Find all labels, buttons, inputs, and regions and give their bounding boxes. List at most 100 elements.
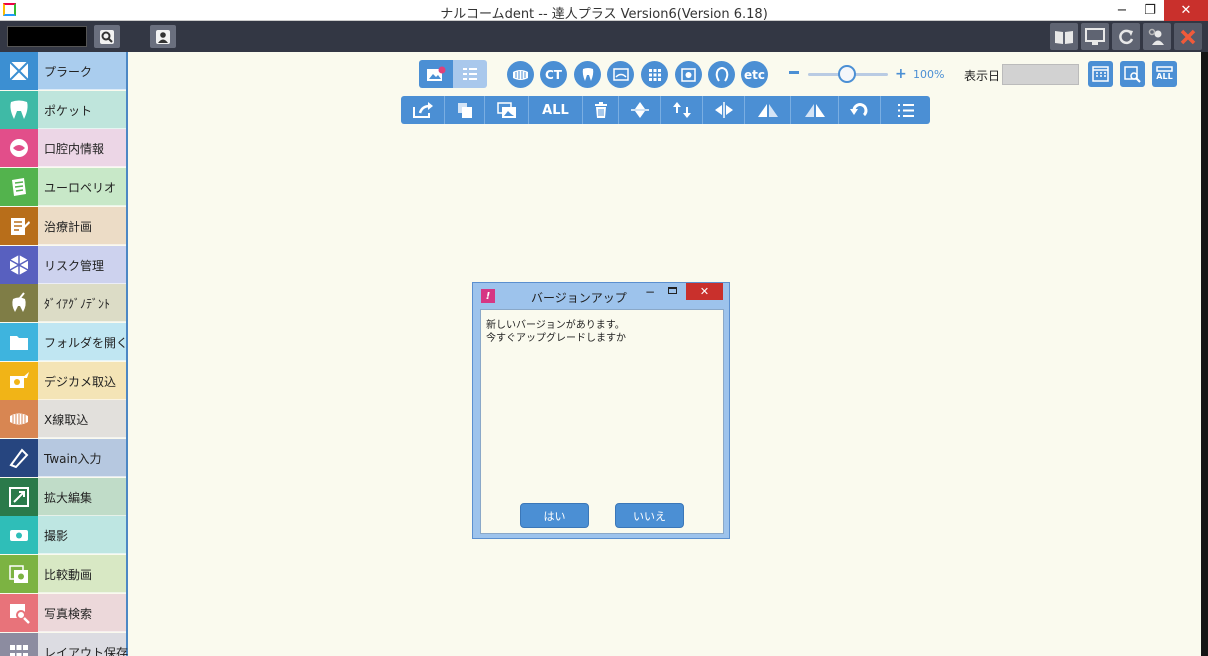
flip-horizontal-button[interactable]	[703, 96, 745, 124]
dialog-minimize-button[interactable]: −	[645, 285, 655, 299]
category-grid-button[interactable]	[641, 61, 668, 88]
list-icon	[897, 103, 914, 117]
sidebar-item[interactable]: リスク管理	[0, 245, 126, 284]
compare-video-icon	[0, 555, 38, 594]
tooth-icon	[0, 90, 38, 129]
sidebar-item[interactable]: レイアウト保存	[0, 632, 128, 656]
dialog-close-button[interactable]: ✕	[686, 283, 723, 300]
export-icon	[412, 101, 433, 118]
sidebar-item[interactable]: プラーク	[0, 52, 126, 90]
minimize-button[interactable]: −	[1108, 0, 1136, 21]
camera-import-icon	[0, 361, 38, 400]
manual-button[interactable]	[1050, 23, 1078, 50]
main-toolbar	[0, 21, 1208, 52]
dialog-body: 新しいバージョンがあります。 今すぐアップグレードしますか はい いいえ	[480, 309, 724, 534]
category-panorama-button[interactable]	[607, 61, 634, 88]
export-button[interactable]	[401, 96, 445, 124]
sidebar-item[interactable]: ﾀﾞｲｱｸﾞﾉﾃﾞﾝﾄ	[0, 284, 126, 323]
book-icon	[1055, 30, 1073, 44]
tab-image-view[interactable]	[419, 60, 453, 88]
category-arch-button[interactable]	[708, 61, 735, 88]
date-label: 表示日	[964, 69, 1001, 83]
patient-search-input[interactable]	[7, 26, 87, 47]
panorama-icon	[612, 68, 629, 81]
select-all-button[interactable]: ALL	[529, 96, 583, 124]
sidebar-item-label: 拡大編集	[44, 490, 93, 505]
zoom-plus-button[interactable]: +	[895, 67, 907, 81]
copy-icon	[457, 102, 472, 118]
sidebar-item[interactable]: フォルダを開く	[0, 322, 129, 361]
category-ct-button[interactable]: CT	[540, 61, 567, 88]
sidebar: プラークポケット口腔内情報ユーロペリオ 治療計画 リスク管理 ﾀﾞｲｱｸﾞﾉﾃﾞﾝﾄ フ…	[0, 52, 128, 656]
scanner-icon	[0, 439, 38, 477]
monitor-icon	[1085, 27, 1105, 45]
plan-icon	[0, 206, 38, 245]
category-photo-button[interactable]	[675, 61, 702, 88]
date-input[interactable]	[1002, 64, 1079, 85]
sidebar-item-label: 口腔内情報	[44, 142, 105, 157]
sidebar-item[interactable]: X線取込	[0, 400, 126, 439]
sidebar-item[interactable]: 写真検索	[0, 593, 126, 632]
exit-button[interactable]	[1174, 23, 1202, 50]
sidebar-item[interactable]: 拡大編集	[0, 477, 126, 516]
search-button[interactable]	[94, 25, 120, 48]
flip-vertical-down-button[interactable]	[661, 96, 703, 124]
sidebar-item[interactable]: ユーロペリオ	[0, 168, 126, 207]
dialog-app-icon: !	[481, 289, 495, 303]
sidebar-item[interactable]: デジカメ取込	[0, 361, 126, 400]
restore-button[interactable]: ❐	[1136, 0, 1164, 21]
yes-button[interactable]: はい	[520, 503, 589, 528]
person-icon	[156, 29, 170, 44]
sidebar-item[interactable]: 撮影	[0, 516, 126, 555]
copy-button[interactable]	[445, 96, 485, 124]
plaque-icon	[0, 52, 38, 90]
category-etc-button[interactable]: etc	[741, 61, 768, 88]
user-settings-button[interactable]	[1143, 23, 1171, 50]
calendar-icon	[1092, 66, 1109, 82]
mirror-left-icon	[757, 104, 778, 117]
list-menu-button[interactable]	[881, 96, 930, 124]
sidebar-item[interactable]: 口腔内情報	[0, 129, 126, 168]
folder-icon	[0, 322, 38, 361]
calendar-button[interactable]	[1088, 61, 1113, 87]
rotate-button[interactable]	[839, 96, 881, 124]
zoom-slider-thumb[interactable]	[838, 65, 856, 83]
layout-icon	[0, 632, 38, 656]
teeth-row-icon	[513, 69, 528, 80]
sidebar-item[interactable]: 治療計画	[0, 206, 126, 245]
sidebar-item[interactable]: Twain入力	[0, 439, 126, 477]
sidebar-item-label: フォルダを開く	[44, 335, 129, 350]
sidebar-item-label: Twain入力	[44, 452, 102, 466]
window-title: ナルコームdent -- 達人プラス Version6(Version 6.18…	[440, 7, 768, 22]
mirror-left-button[interactable]	[745, 96, 791, 124]
user-gear-icon	[1148, 28, 1164, 45]
flip-vertical-up-button[interactable]	[619, 96, 661, 124]
sidebar-item[interactable]: ポケット	[0, 90, 126, 129]
grid-icon	[648, 68, 661, 81]
duplicate-image-button[interactable]	[485, 96, 529, 124]
image-copy-icon	[496, 101, 516, 118]
calendar-search-button[interactable]	[1120, 61, 1145, 87]
no-button[interactable]: いいえ	[615, 503, 684, 528]
view-tabs	[419, 60, 487, 88]
patient-button[interactable]	[150, 25, 176, 48]
window-close-button[interactable]: ✕	[1164, 0, 1208, 21]
mouth-icon	[0, 129, 38, 168]
sidebar-item-label: X線取込	[44, 413, 89, 428]
category-tooth-button[interactable]	[574, 61, 601, 88]
flip-down-icon	[672, 102, 691, 118]
sidebar-item-label: ポケット	[44, 103, 93, 118]
category-intraoral-button[interactable]	[507, 61, 534, 88]
tab-list-view[interactable]	[453, 60, 487, 88]
dialog-maximize-button[interactable]	[668, 287, 677, 294]
trash-icon	[594, 101, 607, 118]
calendar-all-button[interactable]: ALL	[1152, 61, 1177, 87]
delete-button[interactable]	[583, 96, 619, 124]
zoom-minus-button[interactable]	[789, 71, 799, 74]
refresh-button[interactable]	[1112, 23, 1140, 50]
display-button[interactable]	[1081, 23, 1109, 50]
vertical-scrollbar[interactable]	[1201, 52, 1208, 656]
mirror-right-button[interactable]	[791, 96, 839, 124]
xray-icon	[0, 400, 38, 439]
sidebar-item[interactable]: 比較動画	[0, 555, 126, 594]
